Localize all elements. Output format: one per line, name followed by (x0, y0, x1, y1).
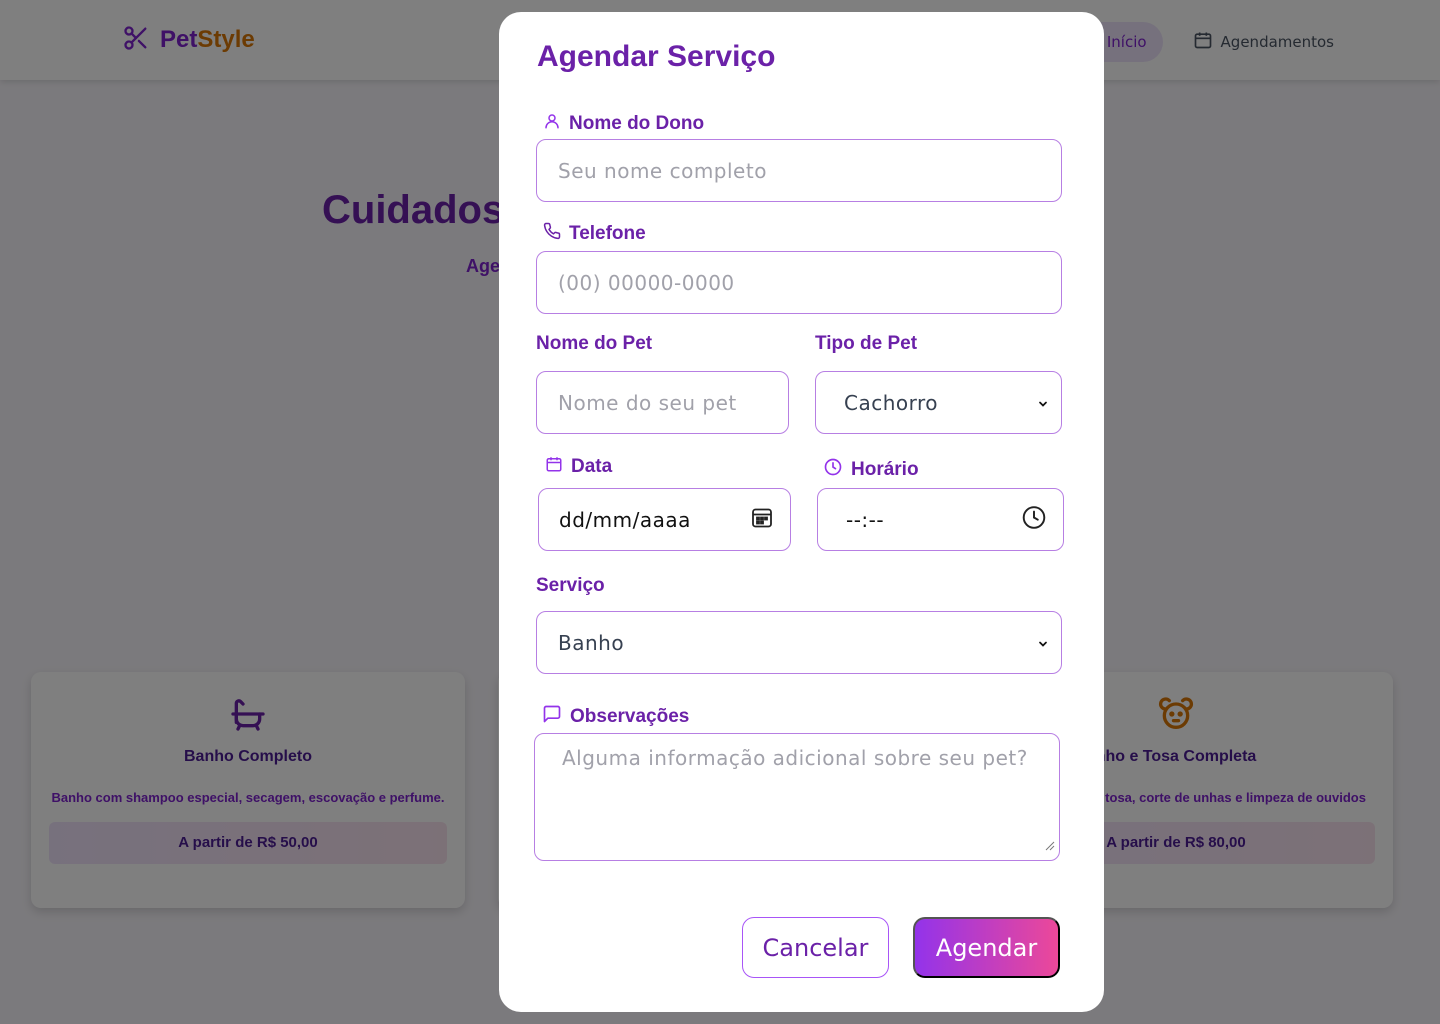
service-label: Serviço (536, 575, 605, 596)
calendar-picker-icon[interactable] (750, 505, 774, 534)
date-input[interactable]: dd/mm/aaaa (538, 488, 791, 551)
owner-name-input[interactable]: Seu nome completo (536, 139, 1062, 202)
notes-textarea[interactable]: Alguma informação adicional sobre seu pe… (534, 733, 1060, 861)
schedule-modal: Agendar Serviço Nome do Dono Seu nome co… (499, 12, 1104, 1012)
chevron-down-icon (1037, 631, 1049, 655)
pet-type-label: Tipo de Pet (815, 333, 918, 354)
pet-type-select[interactable]: Cachorro (815, 371, 1062, 434)
chevron-down-icon (1037, 391, 1049, 415)
modal-title: Agendar Serviço (537, 40, 776, 73)
phone-label: Telefone (543, 222, 646, 246)
clock-icon (823, 457, 843, 483)
clock-picker-icon[interactable] (1021, 504, 1047, 535)
owner-label: Nome do Dono (543, 112, 704, 136)
pet-name-input[interactable]: Nome do seu pet (536, 371, 789, 434)
message-icon (542, 704, 562, 730)
time-input[interactable]: --:-- (817, 488, 1064, 551)
phone-icon (543, 222, 561, 246)
notes-label: Observações (542, 704, 689, 730)
cancel-button[interactable]: Cancelar (742, 917, 889, 978)
time-label: Horário (823, 457, 919, 483)
date-label: Data (545, 455, 612, 479)
pet-name-label: Nome do Pet (536, 333, 653, 354)
resize-handle-icon[interactable] (1043, 832, 1055, 856)
service-select[interactable]: Banho (536, 611, 1062, 674)
phone-input[interactable]: (00) 00000-0000 (536, 251, 1062, 314)
user-icon (543, 112, 561, 136)
submit-button[interactable]: Agendar (913, 917, 1060, 978)
calendar-icon (545, 455, 563, 479)
